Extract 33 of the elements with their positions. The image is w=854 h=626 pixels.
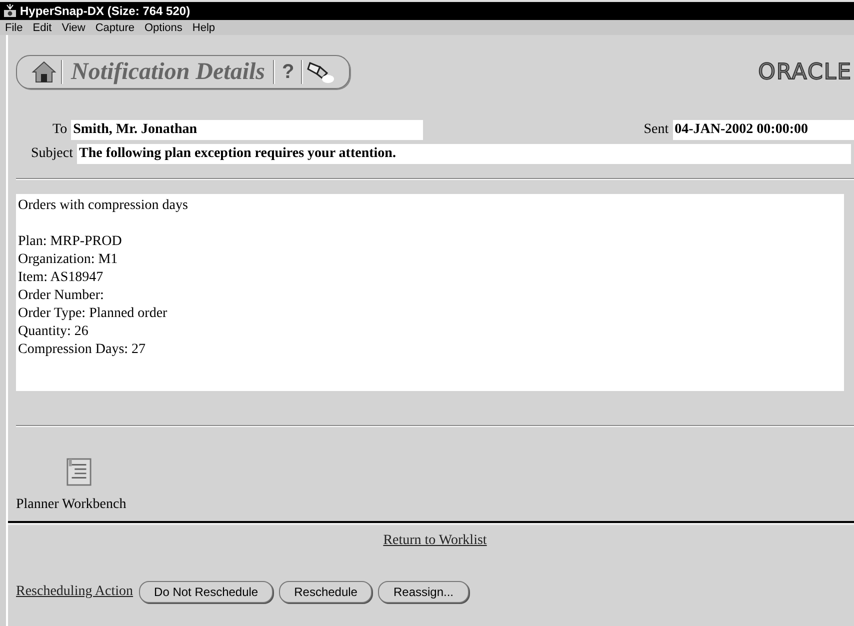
menu-item[interactable]: Edit [32,22,52,34]
message-line: Plan: MRP-PROD [18,233,123,251]
message-line: Order Type: Planned order [18,305,168,323]
house-icon[interactable] [31,60,57,84]
return-link[interactable]: Return to Worklist [383,533,487,548]
oracle-logo: ORACLE [758,60,852,84]
document-icon[interactable] [66,457,92,487]
camera-icon [3,4,17,18]
message-line: Item: AS18947 [18,269,104,287]
action-button[interactable]: Reschedule [279,581,372,603]
subject-field: The following plan exception requires your attention. [77,144,851,164]
menu-item[interactable]: Capture [95,22,134,34]
to-field: Smith, Mr. Jonathan [71,120,423,140]
menu-item[interactable]: Options [144,22,182,34]
message-line: Quantity: 26 [18,323,90,341]
field-label: Sent [642,122,670,138]
menu-item[interactable]: View [62,22,86,34]
field-label: Subject [30,146,74,162]
menu-item[interactable]: File [5,22,23,34]
sent-field: 04-JAN-2002 00:00:00 [672,120,854,140]
message-line: Order Number: [18,287,105,305]
message-heading: Orders with compression days [18,197,189,215]
window-title: HyperSnap-DX (Size: 764 520) [20,4,190,18]
menu-item[interactable]: Help [192,22,216,34]
action-link[interactable]: Rescheduling Action [16,584,134,600]
help-link[interactable]: ? [279,60,298,84]
action-button[interactable]: Do Not Reschedule [139,581,274,603]
page-title: Notification Details [70,58,266,86]
field-label: To [52,122,68,138]
action-button[interactable]: Reassign... [378,581,469,603]
message-line: Organization: M1 [18,251,119,269]
attachment-label: Planner Workbench [16,497,126,513]
message-line: Compression Days: 27 [18,341,147,359]
